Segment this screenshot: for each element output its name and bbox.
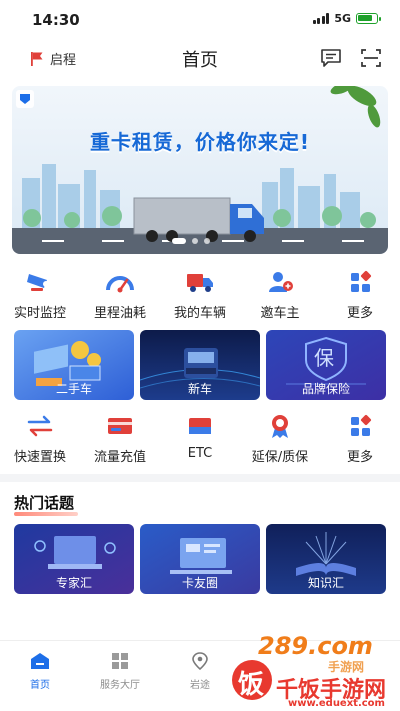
insurance-badge: 保 (314, 346, 334, 370)
quick-action-live-monitor[interactable]: 实时监控 (0, 268, 80, 321)
quick-action-label: 快速置换 (13, 450, 66, 465)
promo-banner[interactable]: 重卡租赁，价格你来定! (12, 86, 388, 254)
grid-icon (112, 653, 128, 669)
card-icon (108, 418, 132, 434)
tab-service-hall[interactable]: 服务大厅 (80, 641, 160, 711)
message-icon[interactable] (320, 48, 342, 68)
card-used-truck[interactable]: 二手车 (14, 330, 134, 400)
scan-icon[interactable] (360, 48, 382, 68)
tab-label: 岩途 (190, 680, 210, 691)
hot-topics-title: 热门话题 (14, 494, 75, 512)
quick-action-more-2[interactable]: 更多 (320, 412, 400, 465)
quick-actions-row-2: 快速置换 流量充值 ETC 延保/质保 更多 (0, 412, 400, 465)
card-label: 品牌保险 (301, 382, 350, 396)
battery-icon (356, 13, 381, 24)
site-watermark: 289.com 手游网 饭 千饭手游网 www.eduext.com (232, 632, 400, 711)
status-time: 14:30 (32, 11, 80, 29)
quick-action-label: 实时监控 (13, 306, 66, 321)
banner-illustration (12, 86, 388, 254)
quick-action-label: 更多 (346, 306, 373, 321)
network-label: 5G (334, 12, 351, 25)
home-icon (31, 653, 49, 669)
top-nav: 启程 首页 (0, 40, 400, 78)
card-label: 知识汇 (307, 576, 344, 590)
banner-headline: 重卡租赁，价格你来定! (89, 130, 311, 154)
status-bar: 14:30 5G (0, 0, 400, 38)
watermark-url: www.eduext.com (288, 698, 385, 709)
quick-action-label: 更多 (346, 450, 373, 465)
hot-topics-cards: 专家汇 卡友圈 知识汇 (14, 524, 386, 594)
topic-card-truck-friends[interactable]: 卡友圈 (140, 524, 260, 594)
quick-action-label: 里程油耗 (93, 306, 146, 321)
quick-action-data-topup[interactable]: 流量充值 (80, 412, 160, 465)
quick-action-mileage[interactable]: 里程油耗 (80, 268, 160, 321)
card-label: 专家汇 (55, 576, 92, 590)
tab-route[interactable]: 岩途 (160, 641, 240, 711)
quick-action-warranty[interactable]: 延保/质保 (240, 412, 320, 465)
truck-icon (187, 274, 213, 292)
quick-action-swap[interactable]: 快速置换 (0, 412, 80, 465)
grid-icon (351, 414, 372, 436)
topic-card-experts[interactable]: 专家汇 (14, 524, 134, 594)
tab-label: 服务大厅 (100, 680, 140, 691)
quick-action-etc[interactable]: ETC (160, 412, 240, 465)
signal-icon (312, 13, 330, 24)
swap-icon (27, 415, 53, 437)
quick-actions-row-1: 实时监控 里程油耗 我的车辆 邀车主 更多 (0, 268, 400, 321)
quick-action-label: ETC (187, 446, 213, 461)
feature-cards: 二手车 新车 保 品牌保险 (14, 330, 386, 400)
quick-action-label: 我的车辆 (173, 306, 226, 321)
tab-home[interactable]: 首页 (0, 641, 80, 711)
quick-action-label: 延保/质保 (251, 450, 309, 465)
camera-icon (27, 274, 49, 291)
quick-action-invite-owner[interactable]: 邀车主 (240, 268, 320, 321)
tab-label: 首页 (30, 680, 50, 691)
card-new-truck[interactable]: 新车 (140, 330, 260, 400)
status-indicators: 5G (312, 12, 381, 25)
etc-icon (189, 418, 211, 434)
location-icon (192, 652, 208, 671)
card-label: 二手车 (55, 382, 92, 396)
watermark-domain: 289.com (258, 632, 373, 660)
card-brand-insurance[interactable]: 保 品牌保险 (266, 330, 386, 400)
gauge-icon (106, 276, 134, 293)
card-label: 卡友圈 (181, 576, 218, 590)
quick-action-label: 邀车主 (260, 306, 300, 321)
quick-action-my-vehicles[interactable]: 我的车辆 (160, 268, 240, 321)
section-divider (0, 474, 400, 482)
quick-action-more[interactable]: 更多 (320, 268, 400, 321)
card-label: 新车 (187, 382, 212, 396)
quick-action-label: 流量充值 (93, 450, 146, 465)
topic-card-knowledge[interactable]: 知识汇 (266, 524, 386, 594)
grid-icon (351, 270, 372, 292)
add-user-icon (269, 272, 293, 292)
watermark-glyph: 饭 (238, 670, 265, 700)
medal-icon (272, 415, 288, 438)
carousel-dots (172, 238, 210, 244)
